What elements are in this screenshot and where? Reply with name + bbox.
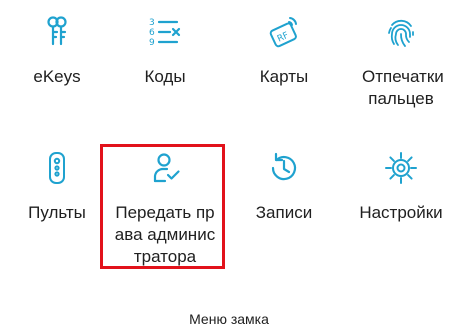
- menu-item-cards[interactable]: RF Карты: [227, 0, 341, 140]
- menu-item-remotes[interactable]: Пульты: [0, 140, 114, 280]
- svg-text:3: 3: [149, 18, 155, 28]
- menu-item-label: Записи: [255, 203, 313, 222]
- menu-item-label: eKeys: [33, 67, 81, 86]
- menu-item-label: Настройки: [359, 203, 443, 222]
- fingerprint-icon: [383, 14, 419, 50]
- menu-item-settings[interactable]: Настройки: [344, 140, 458, 280]
- menu-item-label: Отпечатки пальцев: [344, 66, 458, 110]
- highlight-frame: [100, 144, 225, 269]
- rf-card-icon: RF: [266, 14, 302, 50]
- menu-item-ekeys[interactable]: eKeys: [0, 0, 114, 140]
- svg-text:9: 9: [149, 38, 155, 48]
- menu-item-records[interactable]: Записи: [227, 140, 341, 280]
- lock-menu-caption: Меню замка: [189, 311, 269, 327]
- menu-item-label: Карты: [259, 67, 309, 86]
- menu-item-label: Коды: [144, 67, 186, 86]
- menu-item-label-line-1: Отпечатки пальцев: [362, 67, 444, 108]
- menu-item-codes[interactable]: 3 6 9 Коды: [108, 0, 222, 140]
- menu-item-label: Пульты: [28, 203, 86, 222]
- menu-item-fingerprints[interactable]: Отпечатки пальцев: [344, 0, 458, 140]
- history-icon: [266, 150, 302, 186]
- remote-icon: [39, 150, 75, 186]
- settings-gear-icon: [383, 150, 419, 186]
- passcode-list-icon: 3 6 9: [147, 14, 183, 50]
- svg-text:6: 6: [149, 28, 155, 38]
- ekey-icon: [39, 14, 75, 50]
